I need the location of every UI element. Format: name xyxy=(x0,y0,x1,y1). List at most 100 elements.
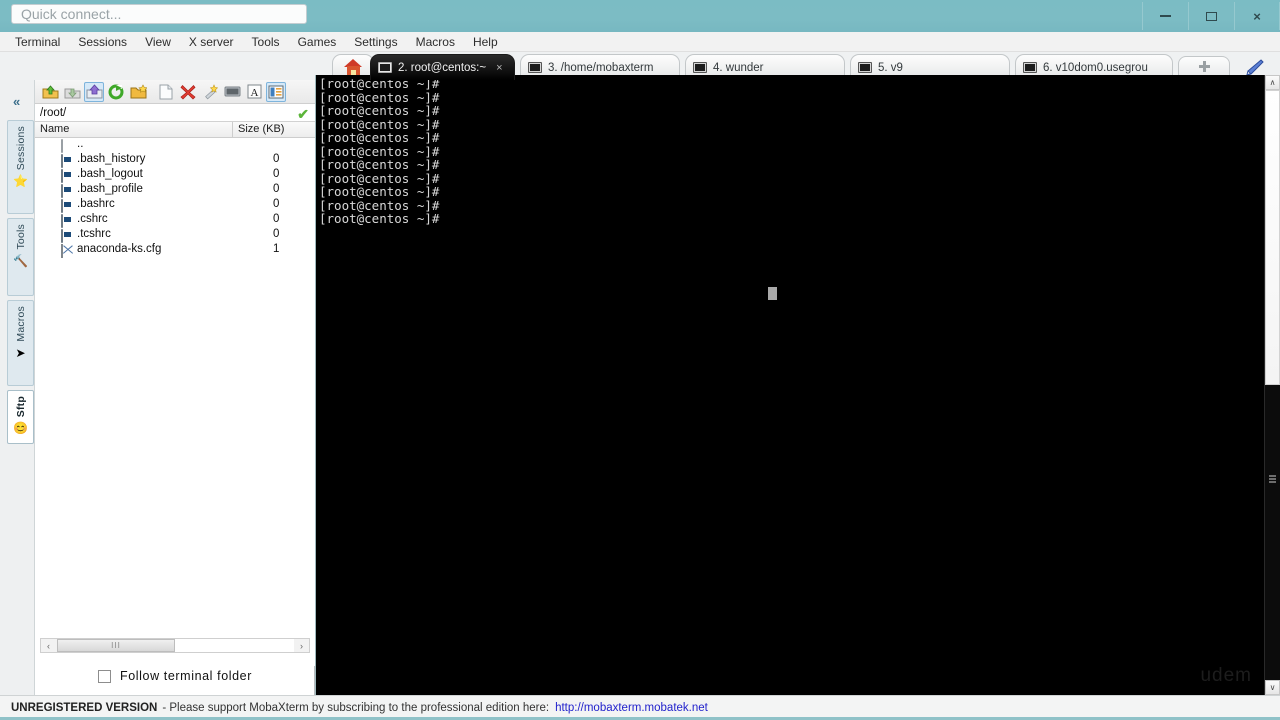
file-icon xyxy=(61,155,73,166)
column-header-name[interactable]: Name xyxy=(40,123,69,135)
magic-wand-icon[interactable] xyxy=(200,82,220,102)
follow-terminal-folder-row[interactable]: Follow terminal folder xyxy=(35,669,315,683)
follow-terminal-folder-checkbox[interactable] xyxy=(98,670,111,683)
download-icon[interactable] xyxy=(62,82,82,102)
file-name: .tcshrc xyxy=(77,228,111,240)
menu-item-games[interactable]: Games xyxy=(289,32,346,52)
sftp-toolbar: A xyxy=(35,80,315,104)
menu-bar: Terminal Sessions View X server Tools Ga… xyxy=(0,32,1280,52)
close-button[interactable]: × xyxy=(1234,2,1280,30)
delete-icon[interactable] xyxy=(178,82,198,102)
star-icon: ⭐ xyxy=(13,175,28,187)
terminal-cursor xyxy=(768,287,777,300)
list-item[interactable]: anaconda-ks.cfg 1 xyxy=(35,243,315,258)
list-item[interactable]: .tcshrc 0 xyxy=(35,228,315,243)
file-size: 0 xyxy=(273,153,279,165)
terminal-scrollbar[interactable]: ∧ ∨ xyxy=(1264,75,1280,695)
menu-item-help[interactable]: Help xyxy=(464,32,507,52)
new-folder-icon[interactable] xyxy=(128,82,148,102)
hscroll-thumb[interactable]: III xyxy=(57,639,175,652)
terminal-icon xyxy=(1023,62,1037,73)
new-file-icon[interactable] xyxy=(156,82,176,102)
toggle-view-icon[interactable] xyxy=(266,82,286,102)
list-item[interactable]: .bashrc 0 xyxy=(35,198,315,213)
tab-close-icon[interactable]: × xyxy=(496,62,502,74)
file-name: .. xyxy=(77,138,83,150)
collapse-sidebar-button[interactable]: « xyxy=(13,94,20,109)
menu-item-sessions[interactable]: Sessions xyxy=(69,32,136,52)
file-name: .bashrc xyxy=(77,198,115,210)
terminal-scroll-grip xyxy=(1269,475,1276,483)
close-icon: × xyxy=(1253,10,1261,23)
file-name: .bash_profile xyxy=(77,183,143,195)
terminal-output: [root@centos ~]# [root@centos ~]# [root@… xyxy=(319,77,439,226)
terminal-panel[interactable]: [root@centos ~]# [root@centos ~]# [root@… xyxy=(315,75,1280,695)
terminal-icon xyxy=(378,62,392,73)
file-list[interactable]: .. .bash_history 0 .bash_logout 0 .bash_… xyxy=(35,138,315,666)
sidebar-item-label: Sftp xyxy=(15,396,27,417)
file-name: .bash_logout xyxy=(77,168,143,180)
hscroll-track[interactable] xyxy=(175,639,294,652)
menu-item-view[interactable]: View xyxy=(136,32,180,52)
sidebar-item-tools[interactable]: Tools 🔨 xyxy=(7,218,34,296)
file-icon xyxy=(61,170,73,181)
menu-item-tools[interactable]: Tools xyxy=(243,32,289,52)
tools-icon: 🔨 xyxy=(13,255,28,267)
menu-item-settings[interactable]: Settings xyxy=(345,32,406,52)
tab-label: 3. /home/mobaxterm xyxy=(548,62,653,74)
quick-connect-input[interactable]: Quick connect... xyxy=(11,4,307,24)
sidebar-item-macros[interactable]: Macros ➤ xyxy=(7,300,34,386)
scroll-right-icon[interactable]: › xyxy=(294,639,309,652)
column-header-size[interactable]: Size (KB) xyxy=(238,123,284,135)
tab-root-centos[interactable]: 2. root@centos:~ × xyxy=(370,54,515,80)
maximize-button[interactable] xyxy=(1188,2,1234,30)
list-item[interactable]: .bash_logout 0 xyxy=(35,168,315,183)
list-item[interactable]: .cshrc 0 xyxy=(35,213,315,228)
refresh-icon[interactable] xyxy=(106,82,126,102)
left-sidebar: « Sessions ⭐ Tools 🔨 Macros ➤ Sftp 😊 xyxy=(0,80,35,695)
scroll-up-icon[interactable]: ∧ xyxy=(1265,75,1280,90)
menu-item-xserver[interactable]: X server xyxy=(180,32,243,52)
list-item[interactable]: .. xyxy=(35,138,315,153)
scroll-down-icon[interactable]: ∨ xyxy=(1265,680,1280,695)
minimize-button[interactable] xyxy=(1142,2,1188,30)
svg-text:A: A xyxy=(250,87,258,99)
sftp-path-bar[interactable]: /root/ ✔ xyxy=(35,104,315,122)
parent-folder-icon xyxy=(61,140,73,151)
tab-label: 6. v10dom0.usegrou xyxy=(1043,62,1148,74)
open-terminal-icon[interactable] xyxy=(222,82,242,102)
font-icon[interactable]: A xyxy=(244,82,264,102)
sidebar-item-label: Macros xyxy=(15,306,27,342)
watermark: udem xyxy=(1200,665,1252,687)
check-icon: ✔ xyxy=(297,106,309,123)
tab-label: 2. root@centos:~ xyxy=(398,62,486,74)
sftp-panel: A /root/ ✔ Name Size (KB) xyxy=(35,80,315,695)
sidebar-item-sessions[interactable]: Sessions ⭐ xyxy=(7,120,34,214)
go-up-folder-icon[interactable] xyxy=(84,82,104,102)
unregistered-label: UNREGISTERED VERSION xyxy=(11,702,157,714)
sidebar-item-label: Sessions xyxy=(15,126,27,170)
menu-item-terminal[interactable]: Terminal xyxy=(6,32,69,52)
new-tab-button[interactable] xyxy=(1178,56,1230,77)
list-item[interactable]: .bash_profile 0 xyxy=(35,183,315,198)
arrow-icon: ➤ xyxy=(15,347,25,359)
menu-item-macros[interactable]: Macros xyxy=(407,32,464,52)
terminal-scroll-thumb[interactable] xyxy=(1265,90,1280,385)
mobaxterm-window: root@centos:~ × Terminal Sessions View X… xyxy=(0,0,1280,720)
tab-label: 5. v9 xyxy=(878,62,903,74)
mobaxterm-link[interactable]: http://mobaxterm.mobatek.net xyxy=(555,702,708,714)
scroll-left-icon[interactable]: ‹ xyxy=(41,639,56,652)
file-size: 0 xyxy=(273,168,279,180)
pencil-icon xyxy=(1244,58,1264,76)
file-icon xyxy=(61,230,73,241)
sftp-path-value: /root/ xyxy=(35,107,66,119)
file-size: 0 xyxy=(273,198,279,210)
tab-label: 4. wunder xyxy=(713,62,764,74)
file-size: 1 xyxy=(273,243,279,255)
sidebar-item-sftp[interactable]: Sftp 😊 xyxy=(7,390,34,444)
file-list-hscrollbar[interactable]: ‹ III › xyxy=(40,638,310,653)
plus-icon xyxy=(1199,61,1210,72)
upload-icon[interactable] xyxy=(40,82,60,102)
list-item[interactable]: .bash_history 0 xyxy=(35,153,315,168)
file-name: anaconda-ks.cfg xyxy=(77,243,161,255)
